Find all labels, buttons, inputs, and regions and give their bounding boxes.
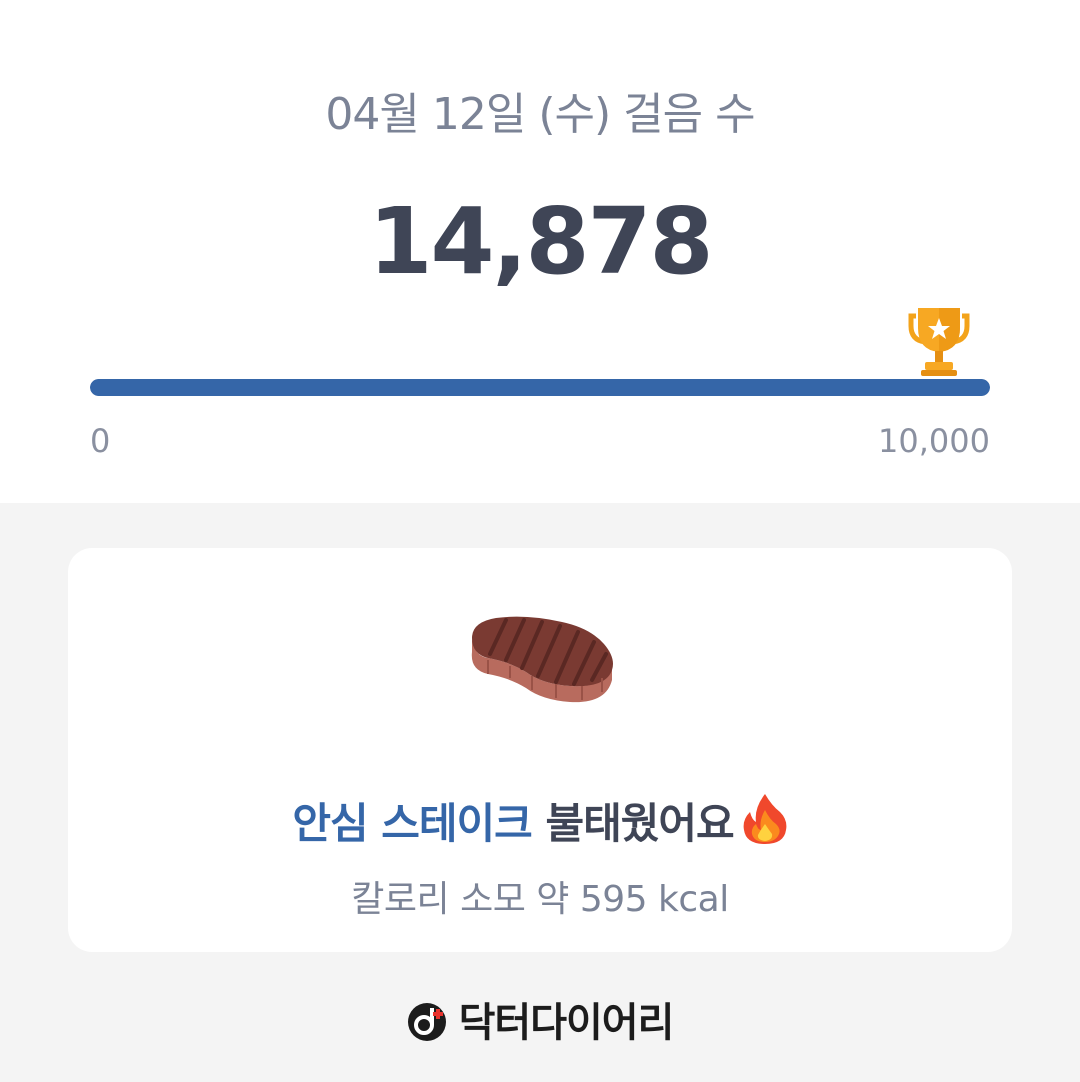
trophy-icon [908,308,970,376]
progress-min-label: 0 [90,422,111,460]
calorie-text: 칼로리 소모 약 595 kcal [351,879,729,920]
doctor-diary-logo-icon [407,1003,446,1041]
date-title: 04월 12일 (수) 걸음 수 [325,89,755,140]
calorie-burn-card: 안심 스테이크 불태웠어요 칼로리 소모 약 595 kcal [68,548,1012,952]
burn-headline: 안심 스테이크 불태웠어요 [68,790,1012,851]
steak-icon [471,616,613,703]
step-count: 14,878 [368,188,713,295]
step-summary-panel: 04월 12일 (수) 걸음 수 14,878 0 10,000 [0,0,1080,503]
progress-max-label: 10,000 [878,422,990,460]
burn-text: 불태웠어요 [545,799,734,848]
brand-name: 닥터다이어리 [458,1000,675,1046]
step-progress-bar [90,379,990,396]
brand-logo: 닥터다이어리 [0,990,1080,1048]
fire-icon [743,794,787,844]
step-progress-fill [90,379,990,396]
food-name: 안심 스테이크 [292,799,532,848]
